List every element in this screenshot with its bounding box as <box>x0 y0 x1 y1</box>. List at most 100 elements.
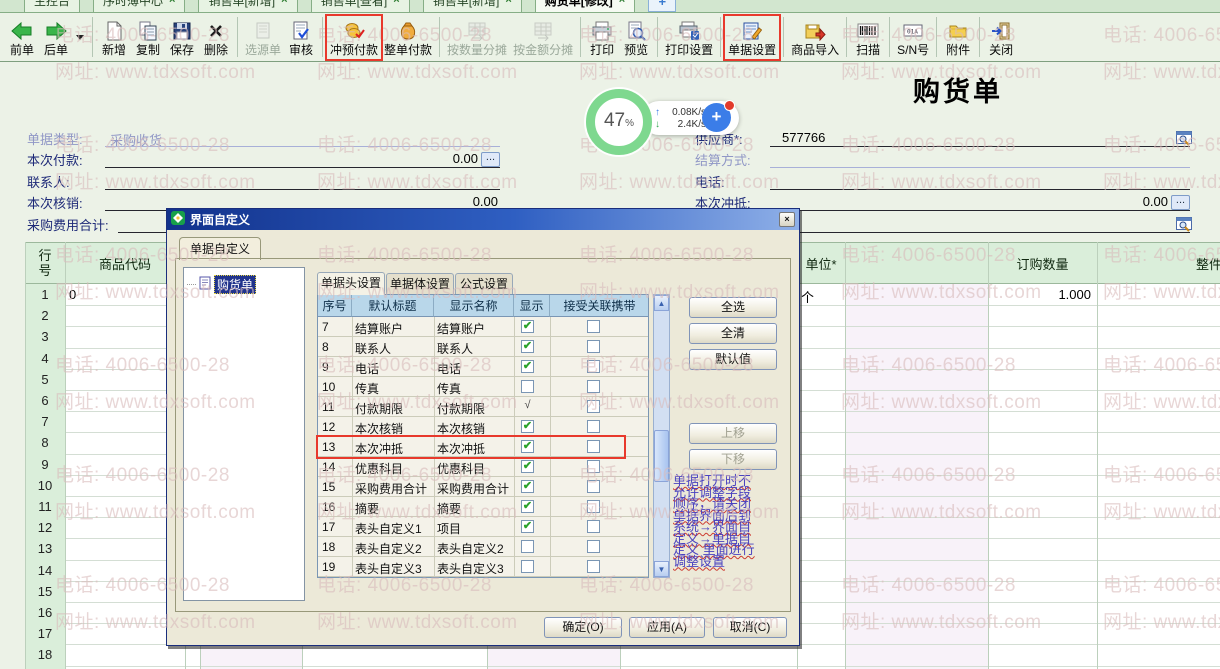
table-cell-border <box>352 417 353 437</box>
watermark-phone: 电话: 4006-6500-28 <box>317 240 492 267</box>
upload-arrow-icon: ↑ <box>655 107 660 118</box>
tab-2[interactable]: 销售单[新增]× <box>198 0 297 12</box>
watermark-website: 网址: www.tdxsoft.com <box>55 387 256 414</box>
tab-close-icon[interactable]: × <box>169 0 175 6</box>
grid-row-number: 3 <box>25 329 65 344</box>
tab-bar: 主控台序时薄中心×销售单[新增]×销售单[查看]×销售单[新增]×购货单[修改]… <box>0 0 1220 13</box>
writeoff-this-time-label: 本次核销: <box>27 193 83 212</box>
purchase-fee-total-label: 采购费用合计: <box>27 215 109 234</box>
offset-this-time-value[interactable]: 0.00 <box>1078 194 1168 209</box>
dialog-title-bar: 界面自定义 <box>167 209 799 230</box>
watermark-phone: 电话: 4006-6500-28 <box>1103 570 1220 597</box>
watermark-website: 网址: www.tdxsoft.com <box>317 167 518 194</box>
table-cell: 表头自定义2 <box>355 540 422 557</box>
watermark-website: 网址: www.tdxsoft.com <box>579 607 780 634</box>
table-cell-border <box>550 397 551 417</box>
table-cell-border <box>550 477 551 497</box>
show-checkbox[interactable] <box>521 560 534 573</box>
table-row-12[interactable]: 12本次核销本次核销✔ <box>318 417 648 437</box>
grid-row-number: 7 <box>25 414 65 429</box>
watermark-phone: 电话: 4006-6500-28 <box>579 570 754 597</box>
assoc-checkbox[interactable] <box>587 320 600 333</box>
source-doc-icon <box>253 18 273 43</box>
watermark-phone: 电话: 4006-6500-28 <box>317 460 492 487</box>
show-checkbox[interactable]: ✔ <box>521 460 534 473</box>
toolbar-prev-doc-button[interactable]: 前单 <box>6 13 38 61</box>
table-cell-border <box>550 537 551 557</box>
watermark-website: 网址: www.tdxsoft.com <box>841 167 1042 194</box>
tab-close-icon[interactable]: × <box>393 0 399 6</box>
notification-dot <box>724 100 735 111</box>
app-window: 主控台序时薄中心×销售单[新增]×销售单[查看]×销售单[新增]×购货单[修改]… <box>0 0 1220 669</box>
show-checkbox[interactable]: ✔ <box>521 340 534 353</box>
watermark-phone: 电话: 4006-6500-28 <box>1103 130 1220 157</box>
offset-this-time-ellipsis-button[interactable]: ... <box>1171 195 1190 210</box>
watermark-website: 网址: www.tdxsoft.com <box>55 167 256 194</box>
table-cell: 表头自定义2 <box>437 540 504 557</box>
assoc-checkbox[interactable] <box>587 420 600 433</box>
tab-close-icon[interactable]: × <box>619 0 625 6</box>
show-checkbox[interactable]: ✔ <box>521 320 534 333</box>
watermark-website: 网址: www.tdxsoft.com <box>317 57 518 84</box>
show-checkbox[interactable] <box>521 540 534 553</box>
table-cell-border <box>352 317 353 337</box>
table-cell-border <box>434 317 435 337</box>
tab-1[interactable]: 序时薄中心× <box>93 0 185 12</box>
show-checkbox[interactable]: ✔ <box>521 360 534 373</box>
toolbar-audit-button[interactable]: 审核 <box>285 13 317 61</box>
grid-column-border <box>845 242 846 669</box>
tab-0[interactable]: 主控台 <box>24 0 80 12</box>
offset-this-time-field-line[interactable] <box>770 210 1190 211</box>
show-checkbox[interactable]: ✔ <box>521 480 534 493</box>
supplier-value[interactable]: 577766 <box>782 130 825 145</box>
table-scrollbar[interactable]: ▲▼ <box>653 294 670 578</box>
extra-lookup-field-field-line[interactable] <box>770 232 1190 233</box>
lookup-icon[interactable] <box>1176 217 1193 235</box>
tab-4[interactable]: 销售单[新增] × <box>423 0 522 12</box>
show-checkbox[interactable] <box>521 380 534 393</box>
watermark-website: 网址: www.tdxsoft.com <box>1103 167 1220 194</box>
watermark-phone: 电话: 4006-6500-28 <box>841 350 1016 377</box>
import-icon <box>804 18 826 43</box>
watermark-website: 网址: www.tdxsoft.com <box>579 497 780 524</box>
table-cell-border <box>514 457 515 477</box>
annotation-box <box>723 14 781 61</box>
table-cell-border <box>550 377 551 397</box>
table-row-7[interactable]: 7结算账户结算账户✔ <box>318 317 648 337</box>
table-cell-border <box>550 357 551 377</box>
tab-close-icon[interactable]: × <box>281 0 287 6</box>
table-row-18[interactable]: 18表头自定义2表头自定义2 <box>318 537 648 557</box>
table-cell-border <box>514 557 515 577</box>
watermark-website: 网址: www.tdxsoft.com <box>1103 57 1220 84</box>
upload-speed: 0.08K/s <box>664 107 706 118</box>
show-checkbox[interactable]: ✔ <box>521 520 534 533</box>
tab-close-icon[interactable]: × <box>505 0 511 6</box>
show-checkbox[interactable]: ✔ <box>521 500 534 513</box>
new-tab-button[interactable]: + <box>648 0 676 12</box>
assoc-checkbox[interactable] <box>587 540 600 553</box>
toolbar-import-products-button[interactable]: 商品导入 <box>789 13 841 61</box>
close-icon[interactable]: × <box>779 212 795 227</box>
toolbar-button-label: 按金额分摊 <box>513 43 573 57</box>
cell-unit[interactable]: 个 <box>801 287 814 306</box>
writeoff-this-time-value[interactable]: 0.00 <box>408 194 498 209</box>
tab-label: 购货单[修改] <box>545 0 613 9</box>
table-cell: 7 <box>322 320 329 334</box>
tab-3[interactable]: 销售单[查看]× <box>311 0 410 12</box>
clear-all-button[interactable]: 全清 <box>689 323 777 344</box>
watermark-phone: 电话: 4006-6500-28 <box>55 570 230 597</box>
show-checkbox[interactable]: √ <box>521 400 534 413</box>
watermark-phone: 电话: 4006-6500-28 <box>841 130 1016 157</box>
table-cell-border <box>352 537 353 557</box>
tab-label: 销售单[新增] <box>433 0 500 9</box>
watermark-website: 网址: www.tdxsoft.com <box>841 277 1042 304</box>
show-checkbox[interactable]: ✔ <box>521 420 534 433</box>
watermark-phone: 电话: 4006-6500-28 <box>1103 460 1220 487</box>
table-cell-border <box>550 317 551 337</box>
dialog-title: 界面自定义 <box>190 211 250 228</box>
watermark-phone: 电话: 4006-6500-28 <box>1103 20 1220 47</box>
tab-active-5[interactable]: 购货单[修改] × <box>535 0 635 12</box>
table-cell: 结算账户 <box>437 320 485 337</box>
watermark-website: 网址: www.tdxsoft.com <box>317 607 518 634</box>
column-header-单位*: 单位* <box>797 242 845 284</box>
